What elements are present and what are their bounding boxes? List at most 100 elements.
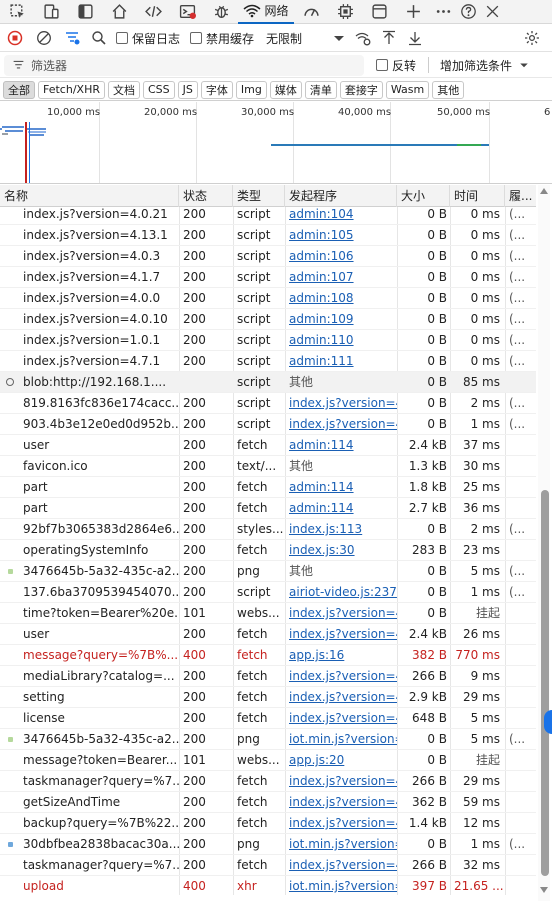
chip-other[interactable]: 其他 [432,80,465,99]
table-row[interactable]: user 200 fetch admin:114 2.4 kB 37 ms [0,435,536,456]
device-emulation-icon[interactable] [34,0,68,24]
chip-all[interactable]: 全部 [3,80,35,99]
request-initiator[interactable]: index.js?version=4. [285,666,397,687]
request-initiator[interactable]: index.js?version=4. [285,624,397,645]
request-initiator[interactable]: admin:104 [285,207,397,225]
table-row[interactable]: blob:http://192.168.1.... script 其他 0 B 85 m… [0,372,536,393]
column-header-status[interactable]: 状态 [179,185,233,207]
request-initiator[interactable]: admin:110 [285,330,397,351]
column-header-type[interactable]: 类型 [233,185,285,207]
table-row[interactable]: 819.8163fc836e174cacc... 200 script index.j… [0,393,536,414]
table-row[interactable]: 3476645b-5a32-435c-a2... 200 png iot.min.js… [0,729,536,750]
request-initiator[interactable]: index.js:30 [285,540,397,561]
table-row[interactable]: license 200 fetch index.js?version=4. 648 B 5… [0,708,536,729]
request-initiator[interactable]: index.js?version=4. [285,708,397,729]
more-filters-dropdown-icon[interactable] [518,59,530,71]
request-initiator[interactable]: airiot-video.js:237 [285,582,397,603]
table-row[interactable]: taskmanager?query=%7... 200 fetch index.js?… [0,771,536,792]
request-initiator[interactable]: admin:114 [285,498,397,519]
table-row[interactable]: 3476645b-5a32-435c-a2... 200 png 其他 0 B 5 ms (… [0,561,536,582]
column-header-waterfall[interactable]: 履... [505,185,536,207]
request-initiator[interactable]: index.js?version=4. [285,813,397,834]
request-initiator[interactable]: index.js?version=4. [285,792,397,813]
chip-img[interactable]: Img [235,80,267,99]
request-initiator[interactable]: admin:105 [285,225,397,246]
chip-socket[interactable]: 套接字 [339,80,383,99]
more-tools-plus-icon[interactable] [396,0,430,24]
table-row[interactable]: index.js?version=1.0.1 200 script admin:110… [0,330,536,351]
table-row[interactable]: index.js?version=4.0.10 200 script admin:10… [0,309,536,330]
request-initiator[interactable]: admin:109 [285,309,397,330]
request-initiator[interactable]: iot.min.js?version= [285,834,397,855]
application-tab-icon[interactable] [362,0,396,24]
sources-debug-icon[interactable] [204,0,238,24]
table-row[interactable]: index.js?version=4.7.1 200 script admin:111… [0,351,536,372]
column-header-initiator[interactable]: 发起程序 [285,185,397,207]
close-devtools-icon[interactable] [480,0,504,24]
request-initiator[interactable]: index.js?version=4. [285,687,397,708]
filter-input[interactable]: 筛选器 [4,54,364,76]
chip-js[interactable]: JS [177,80,198,99]
dock-side-icon[interactable] [68,0,102,24]
performance-tab-icon[interactable] [294,0,328,24]
table-row[interactable]: taskmanager?query=%7... 200 fetch index.js?… [0,855,536,876]
search-icon[interactable] [86,25,112,52]
request-initiator[interactable]: iot.min.js?version= [285,876,397,895]
request-initiator[interactable]: index.js?version=4. [285,771,397,792]
filter-toggle-icon[interactable] [58,25,86,52]
column-header-size[interactable]: 大小 [397,185,450,207]
table-row[interactable]: setting 200 fetch index.js?version=4. 2.9 kB… [0,687,536,708]
invert-checkbox[interactable]: 反转 [376,57,416,74]
tab-network[interactable]: 网络 [238,0,294,24]
more-filters-button[interactable]: 增加筛选条件 [440,57,512,74]
chip-font[interactable]: 字体 [200,80,233,99]
chip-fetch-xhr[interactable]: Fetch/XHR [38,80,105,99]
table-row[interactable]: favicon.ico 200 text/... 其他 1.3 kB 30 ms [0,456,536,477]
inspect-element-icon[interactable] [0,0,34,24]
request-initiator[interactable]: index.js?version=4. [285,603,397,624]
column-header-time[interactable]: 时间 [450,185,505,207]
disable-cache-checkbox[interactable]: 禁用缓存 [190,30,254,47]
table-row[interactable]: message?token=Bearer... 101 webs... app.js:… [0,750,536,771]
table-row[interactable]: part 200 fetch admin:114 2.7 kB 36 ms [0,498,536,519]
table-row[interactable]: user 200 fetch index.js?version=4. 2.4 kB 26 … [0,624,536,645]
import-har-icon[interactable] [376,25,402,52]
table-row[interactable]: upload 400 xhr iot.min.js?version= 397 B 21.6… [0,876,536,895]
request-initiator[interactable]: index.js:113 [285,519,397,540]
invert-box[interactable] [376,59,388,71]
request-initiator[interactable]: admin:114 [285,435,397,456]
chip-css[interactable]: CSS [142,80,175,99]
request-initiator[interactable]: iot.min.js?version= [285,729,397,750]
throttling-select[interactable]: 无限制 [266,30,302,47]
network-settings-gear-icon[interactable] [518,25,546,52]
request-initiator[interactable]: admin:107 [285,267,397,288]
table-row[interactable]: 30dbfbea2838bacac30a... 200 png iot.min.js?… [0,834,536,855]
table-row[interactable]: mediaLibrary?catalog=... 200 fetch index.js… [0,666,536,687]
console-tab-icon[interactable] [170,0,204,24]
disable-cache-box[interactable] [190,32,203,44]
request-initiator[interactable]: admin:106 [285,246,397,267]
scroll-up-arrow-icon[interactable] [540,188,548,194]
table-row[interactable]: part 200 fetch admin:114 1.8 kB 25 ms [0,477,536,498]
request-initiator[interactable]: index.js?version=4. [285,393,397,414]
table-row[interactable]: index.js?version=4.0.21 200 script admin:10… [0,207,536,225]
column-header-name[interactable]: 名称 [0,185,179,207]
table-row[interactable]: 137.6ba3709539454070... 200 script airiot-v… [0,582,536,603]
request-initiator[interactable]: admin:111 [285,351,397,372]
elements-tab-icon[interactable] [136,0,170,24]
request-initiator[interactable]: index.js?version=4. [285,414,397,435]
table-row[interactable]: getSizeAndTime 200 fetch index.js?version=4… [0,792,536,813]
memory-tab-icon[interactable] [328,0,362,24]
request-initiator[interactable]: admin:108 [285,288,397,309]
table-row[interactable]: index.js?version=4.13.1 200 script admin:10… [0,225,536,246]
chip-manifest[interactable]: 清单 [304,80,337,99]
more-options-icon[interactable] [430,0,456,24]
request-initiator[interactable]: app.js:20 [285,750,397,771]
table-row[interactable]: index.js?version=4.0.0 200 script admin:108… [0,288,536,309]
export-har-icon[interactable] [402,25,428,52]
record-stop-icon[interactable] [0,25,30,52]
request-initiator[interactable]: index.js?version=4. [285,855,397,876]
table-row[interactable]: 903.4b3e12e0ed0d952b... 200 script index.js… [0,414,536,435]
clear-log-icon[interactable] [30,25,58,52]
request-initiator[interactable]: app.js:16 [285,645,397,666]
